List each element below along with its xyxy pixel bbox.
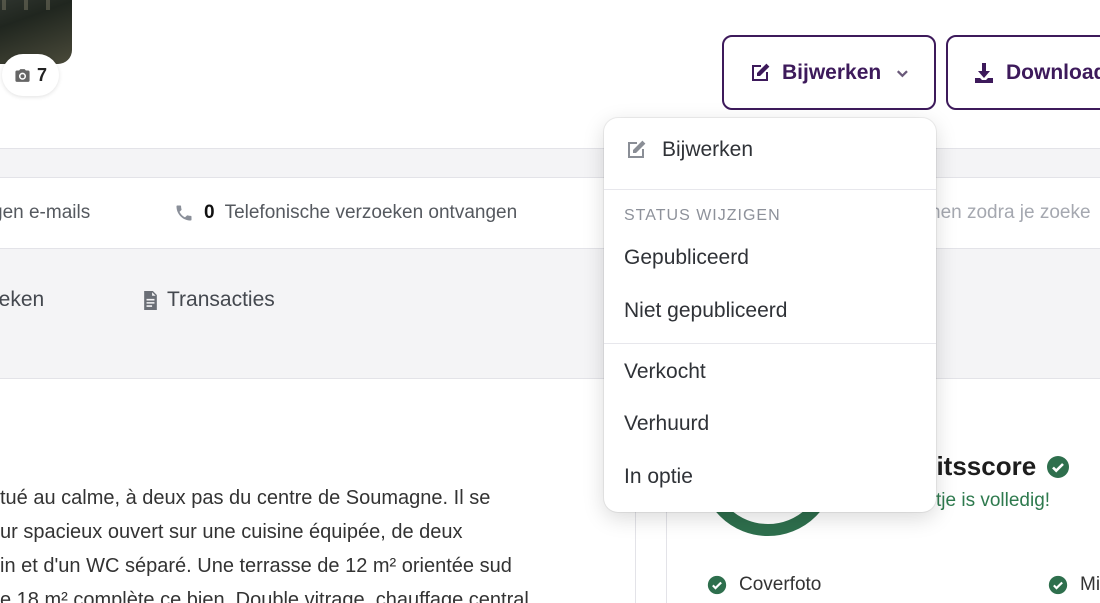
phone-requests-count: 0 (204, 202, 215, 223)
menu-item-unpublished[interactable]: Niet gepubliceerd (624, 299, 787, 323)
tab-statistics-label: ieken (0, 288, 45, 311)
menu-item-edit[interactable]: Bijwerken (624, 138, 753, 162)
photo-count-value: 7 (37, 64, 48, 85)
tab-transactions[interactable]: Transacties (142, 288, 275, 312)
quality-score-title: eitsscore (922, 451, 1070, 482)
menu-item-edit-label: Bijwerken (662, 138, 754, 161)
search-alert-hint: nen zodra je zoeke (930, 202, 1091, 223)
menu-item-under-option[interactable]: In optie (624, 465, 693, 489)
download-button[interactable]: Download (946, 35, 1100, 110)
menu-divider (604, 189, 936, 190)
description-line: ur spacieux ouvert sur une cuisine équip… (0, 521, 463, 543)
document-icon (144, 290, 157, 310)
tab-statistics[interactable]: ieken (0, 288, 44, 312)
page: 7 Bijwerken Download gen e-mails 0 Telef… (0, 0, 1100, 603)
edit-icon (752, 63, 770, 81)
download-icon (975, 62, 993, 83)
menu-item-rented[interactable]: Verhuurd (624, 412, 709, 436)
update-button-label: Bijwerken (782, 60, 882, 84)
edit-icon (628, 140, 646, 158)
listing-description: tué au calme, à deux pas du centre de So… (0, 481, 636, 603)
email-requests-stat: gen e-mails (0, 202, 91, 223)
checklist-item-cover-photo: Coverfoto (707, 574, 821, 596)
check-circle-icon (1048, 575, 1068, 595)
description-line: in et d'un WC séparé. Une terrasse de 12… (0, 555, 512, 577)
menu-divider (604, 343, 936, 344)
phone-icon (176, 205, 192, 221)
description-line: e 18 m² complète ce bien. Double vitrage… (0, 589, 529, 603)
description-line: tué au calme, à deux pas du centre de So… (0, 487, 491, 509)
quality-score-title-text: eitsscore (922, 451, 1037, 481)
menu-item-published[interactable]: Gepubliceerd (624, 246, 749, 270)
quality-score-subtitle: tje is volledig! (936, 490, 1051, 511)
download-button-label: Download (1006, 60, 1100, 84)
camera-icon (15, 68, 30, 82)
update-dropdown-menu: Bijwerken STATUS WIJZIGEN Gepubliceerd N… (604, 118, 936, 512)
photo-count-badge[interactable]: 7 (2, 54, 60, 96)
check-circle-icon (707, 575, 727, 595)
checklist-item-label: Coverfoto (739, 574, 822, 595)
chevron-down-icon (897, 69, 909, 77)
checklist-item: Mi (1048, 574, 1100, 596)
menu-section-label: STATUS WIJZIGEN (624, 207, 781, 224)
update-dropdown-button[interactable]: Bijwerken (722, 35, 936, 110)
checklist-item-label: Mi (1080, 574, 1100, 595)
phone-requests-label: Telefonische verzoeken ontvangen (224, 202, 518, 223)
tab-transactions-label: Transacties (167, 288, 275, 311)
menu-item-sold[interactable]: Verkocht (624, 360, 706, 384)
phone-requests-stat: 0 Telefonische verzoeken ontvangen (174, 202, 517, 224)
check-circle-icon (1047, 455, 1070, 478)
